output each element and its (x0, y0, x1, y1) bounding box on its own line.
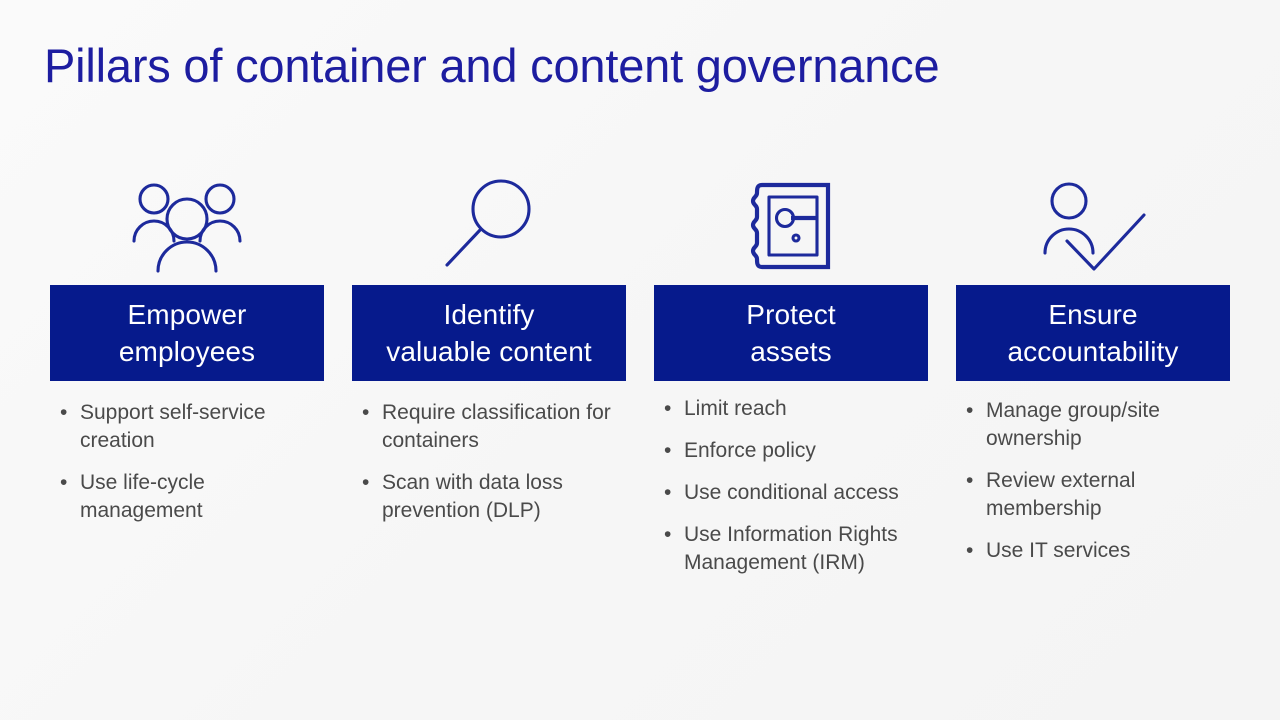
bullet-dot-icon: • (966, 469, 974, 492)
bullet-dot-icon: • (664, 397, 672, 420)
pillar-bullet-list: • Manage group/site ownership • Review ext… (956, 381, 1230, 565)
bullet-dot-icon: • (966, 539, 974, 562)
pillar-column-ensure-accountability: Ensure accountability • Manage group/site… (956, 165, 1230, 565)
page-title: Pillars of container and content governa… (44, 39, 940, 92)
slide-canvas: Pillars of container and content governa… (0, 0, 1280, 720)
list-item-text: Use life-cycle management (80, 471, 205, 522)
pillar-bullet-list: • Require classification for containers •… (352, 381, 626, 525)
pillar-column-empower-employees: Empower employees • Support self-service … (50, 165, 324, 525)
pillar-header-empower-employees: Empower employees (50, 285, 324, 381)
pillar-header-line1: Protect (746, 299, 836, 330)
people-group-icon (50, 165, 324, 285)
bullet-dot-icon: • (60, 471, 68, 494)
pillar-header-line2: valuable content (386, 336, 592, 367)
list-item: • Enforce policy (662, 437, 928, 465)
list-item: • Require classification for containers (360, 399, 626, 455)
list-item-text: Support self-service creation (80, 401, 266, 452)
bullet-dot-icon: • (362, 401, 370, 424)
bullet-dot-icon: • (362, 471, 370, 494)
magnifying-glass-icon (352, 165, 626, 285)
pillar-header-ensure-accountability: Ensure accountability (956, 285, 1230, 381)
list-item: • Limit reach (662, 395, 928, 423)
pillar-header-line2: accountability (1007, 336, 1179, 367)
pillars-row: Empower employees • Support self-service … (50, 165, 1230, 577)
pillar-header-protect-assets: Protect assets (654, 285, 928, 381)
pillar-header-line1: Empower (127, 299, 247, 330)
list-item-text: Review external membership (986, 469, 1136, 520)
bullet-dot-icon: • (664, 481, 672, 504)
bullet-dot-icon: • (60, 401, 68, 424)
list-item-text: Use conditional access (684, 481, 899, 504)
list-item-text: Use IT services (986, 539, 1131, 562)
list-item-text: Limit reach (684, 397, 787, 420)
pillar-header-identify-valuable-content: Identify valuable content (352, 285, 626, 381)
pillar-header-line2: assets (750, 336, 832, 367)
list-item-text: Require classification for containers (382, 401, 611, 452)
pillar-column-identify-valuable-content: Identify valuable content • Require class… (352, 165, 626, 525)
pillar-header-text: Ensure accountability (1007, 296, 1178, 370)
pillar-column-protect-assets: Protect assets • Limit reach • Enforce pol… (654, 165, 928, 577)
list-item-text: Scan with data loss prevention (DLP) (382, 471, 563, 522)
pillar-header-text: Identify valuable content (386, 296, 592, 370)
list-item-text: Manage group/site ownership (986, 399, 1160, 450)
list-item: • Use IT services (964, 537, 1230, 565)
pillar-bullet-list: • Limit reach • Enforce policy • Use condit… (654, 381, 928, 577)
pillar-bullet-list: • Support self-service creation • Use life… (50, 381, 324, 525)
bullet-dot-icon: • (664, 439, 672, 462)
list-item: • Use Information Rights Management (IRM) (662, 521, 928, 577)
pillar-header-line2: employees (118, 336, 256, 367)
pillar-header-text: Empower employees (119, 296, 255, 370)
list-item-text: Enforce policy (684, 439, 816, 462)
safe-vault-icon (654, 165, 928, 285)
list-item: • Support self-service creation (58, 399, 324, 455)
list-item: • Use life-cycle management (58, 469, 324, 525)
bullet-dot-icon: • (966, 399, 974, 422)
pillar-header-line1: Identify (443, 299, 535, 330)
list-item: • Scan with data loss prevention (DLP) (360, 469, 626, 525)
list-item: • Review external membership (964, 467, 1230, 523)
list-item-text: Use Information Rights Management (IRM) (684, 523, 898, 574)
list-item: • Manage group/site ownership (964, 397, 1230, 453)
person-check-icon (956, 165, 1230, 285)
pillar-header-line1: Ensure (1048, 299, 1138, 330)
list-item: • Use conditional access (662, 479, 928, 507)
pillar-header-text: Protect assets (746, 296, 835, 370)
bullet-dot-icon: • (664, 523, 672, 546)
